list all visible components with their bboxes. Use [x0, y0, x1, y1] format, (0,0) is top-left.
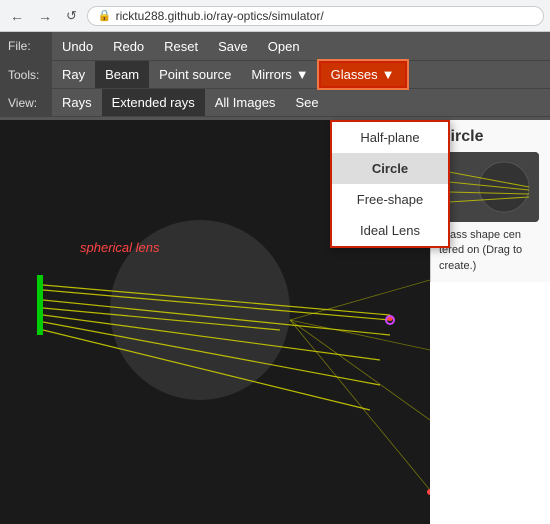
forward-button[interactable]: → [34, 6, 56, 26]
extended-rays-view-button[interactable]: Extended rays [102, 89, 205, 116]
redo-button[interactable]: Redo [103, 32, 154, 60]
lock-icon: 🔒 [98, 9, 112, 22]
point-source-tool-button[interactable]: Point source [149, 61, 241, 88]
mirrors-label: Mirrors [251, 67, 291, 82]
side-panel-thumbnail [439, 152, 539, 222]
address-bar[interactable]: 🔒 ricktu288.github.io/ray-optics/simulat… [87, 6, 544, 26]
file-label: File: [0, 32, 52, 60]
reload-button[interactable]: ↺ [62, 6, 81, 26]
view-toolbar: View: Rays Extended rays All Images See [0, 88, 550, 116]
glasses-dropdown-button[interactable]: Glasses ▼ [319, 61, 407, 88]
save-button[interactable]: Save [208, 32, 258, 60]
glasses-free-shape-item[interactable]: Free-shape [332, 184, 448, 215]
mirrors-arrow-icon: ▼ [296, 67, 309, 82]
glasses-ideal-lens-item[interactable]: Ideal Lens [332, 215, 448, 246]
see-view-button[interactable]: See [285, 89, 328, 116]
open-button[interactable]: Open [258, 32, 310, 60]
beam-tool-button[interactable]: Beam [95, 61, 149, 88]
tools-label: Tools: [0, 61, 52, 88]
ray-tool-button[interactable]: Ray [52, 61, 95, 88]
side-panel-title: Circle [439, 128, 542, 146]
glasses-dropdown-menu: Half-plane Circle Free-shape Ideal Lens [330, 120, 450, 248]
reset-button[interactable]: Reset [154, 32, 208, 60]
browser-bar: ← → ↺ 🔒 ricktu288.github.io/ray-optics/s… [0, 0, 550, 32]
glasses-arrow-icon: ▼ [382, 67, 395, 82]
mirrors-dropdown-button[interactable]: Mirrors ▼ [241, 61, 318, 88]
side-panel-description: Gla​ss sha​pe ce​n​tered on​ (Dr​ag to c… [439, 228, 542, 274]
undo-button[interactable]: Undo [52, 32, 103, 60]
back-button[interactable]: ← [6, 6, 28, 26]
tools-toolbar: Tools: Ray Beam Point source Mirrors ▼ G… [0, 60, 550, 88]
glasses-circle-item[interactable]: Circle [332, 153, 448, 184]
rays-view-button[interactable]: Rays [52, 89, 102, 116]
glasses-label: Glasses [331, 67, 378, 82]
view-label: View: [0, 89, 52, 116]
url-text: ricktu288.github.io/ray-optics/simulator… [116, 9, 324, 23]
file-toolbar: File: Undo Redo Reset Save Open [0, 32, 550, 60]
glasses-half-plane-item[interactable]: Half-plane [332, 122, 448, 153]
all-images-view-button[interactable]: All Images [205, 89, 286, 116]
